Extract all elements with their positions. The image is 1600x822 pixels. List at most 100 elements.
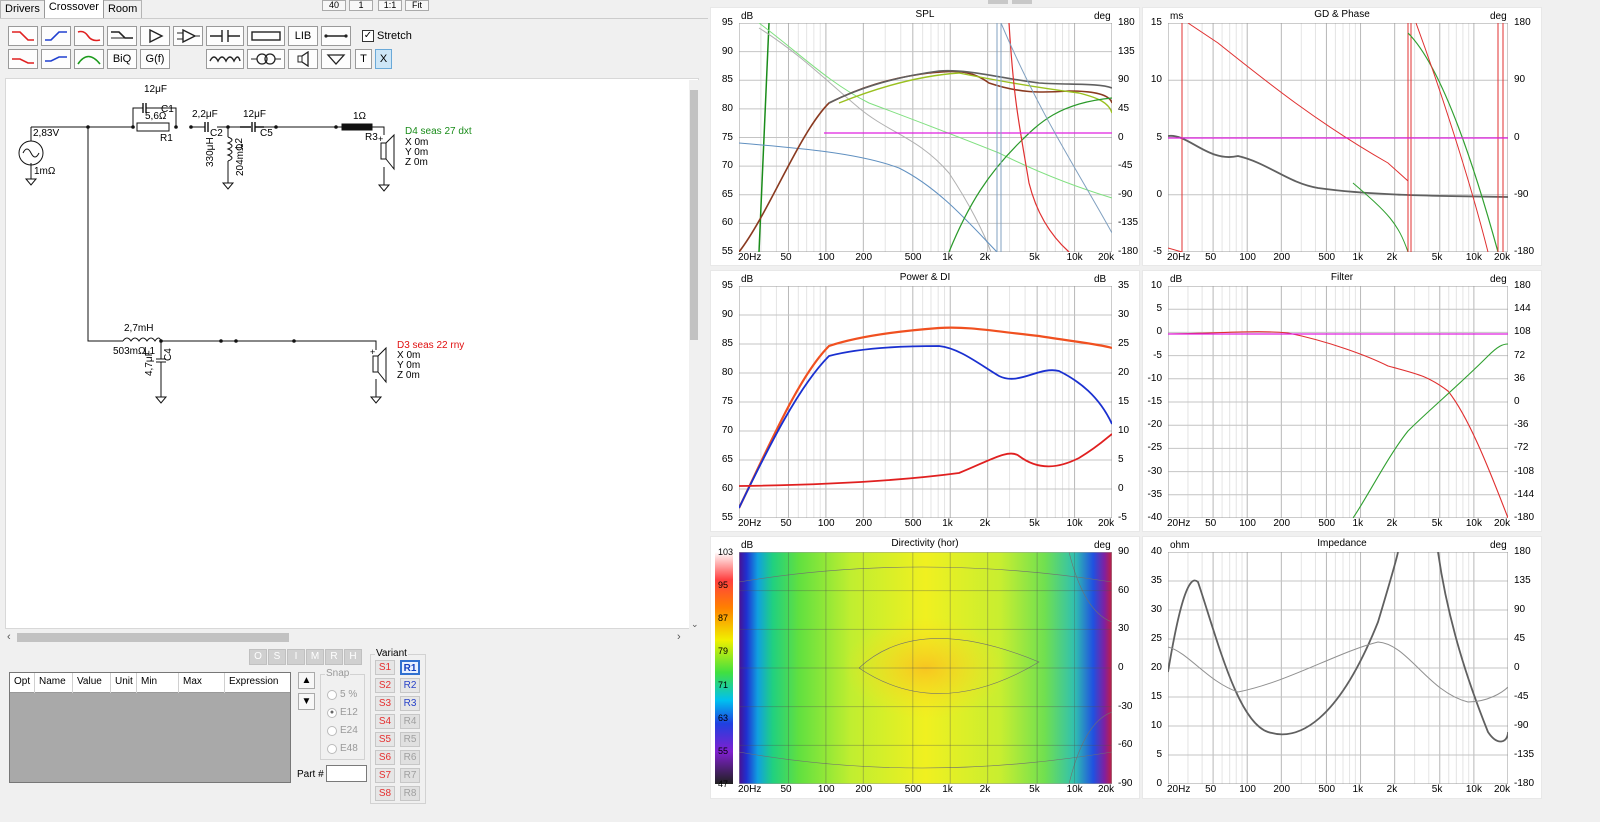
inductor-button[interactable] xyxy=(206,49,244,69)
schematic-canvas[interactable]: 2,83V 1mΩ 12μF C1 5,6Ω R1 2,2μF C2 330μH… xyxy=(5,78,699,629)
move-down-button[interactable]: ▼ xyxy=(298,693,315,710)
hscroll-thumb[interactable] xyxy=(17,633,289,642)
spl-graph[interactable]: SPL dB deg 20Hz 50 100 200 500 1k 2k 5k 10k 20k 95 90 8… xyxy=(710,7,1140,266)
text-tool-button[interactable]: T xyxy=(355,49,372,69)
wire-button[interactable] xyxy=(321,26,351,46)
optimizer-table[interactable]: Opt Name Value Unit Min Max Expression xyxy=(9,672,291,783)
zoom-1-button[interactable]: 1 xyxy=(349,0,373,11)
impedance-graph[interactable]: Impedance ohm deg 20Hz 50 100 200 500 1k 2k 5k 10k 2… xyxy=(1142,536,1542,799)
gd-plot[interactable] xyxy=(1168,23,1508,252)
scroll-left-arrow-icon[interactable]: ‹ xyxy=(7,631,11,643)
opt-r-button[interactable]: R xyxy=(325,649,343,665)
scroll-down-arrow-icon[interactable]: ⌄ xyxy=(691,619,699,630)
opt-s-button[interactable]: S xyxy=(268,649,286,665)
move-up-button[interactable]: ▲ xyxy=(298,672,315,689)
transformer-button[interactable] xyxy=(247,49,285,69)
variant-s8-button[interactable]: S8 xyxy=(375,786,395,801)
d3-z-label: Z 0m xyxy=(397,370,420,381)
resistor-button[interactable] xyxy=(247,26,285,46)
c5-value-label: 12μF xyxy=(243,109,266,120)
variant-r2-button[interactable]: R2 xyxy=(400,678,420,693)
variant-s2-button[interactable]: S2 xyxy=(375,678,395,693)
filter-plot[interactable] xyxy=(1168,286,1508,518)
opt-h-button[interactable]: H xyxy=(344,649,362,665)
opt-i-button[interactable]: I xyxy=(287,649,305,665)
directivity-xtick: 100 xyxy=(817,784,835,795)
variant-r8-button[interactable]: R8 xyxy=(400,786,420,801)
part-number-input[interactable] xyxy=(326,765,367,782)
source-resistance-label: 1mΩ xyxy=(34,166,56,177)
variant-r6-button[interactable]: R6 xyxy=(400,750,420,765)
snap-e24-radio[interactable]: E24 xyxy=(327,725,358,736)
buffer-button[interactable] xyxy=(140,26,170,46)
opt-m-button[interactable]: M xyxy=(306,649,324,665)
power-plot[interactable] xyxy=(739,286,1112,518)
vscroll-thumb[interactable] xyxy=(690,90,698,340)
lowpass-red-2-button[interactable] xyxy=(8,49,38,69)
power-di-graph[interactable]: Power & DI dB dB 20Hz 50 100 200 500 1k 2k 5k 10k 20… xyxy=(710,270,1140,532)
variant-r7-button[interactable]: R7 xyxy=(400,768,420,783)
tab-drivers[interactable]: Drivers xyxy=(0,0,45,18)
snap-e48-radio[interactable]: E48 xyxy=(327,743,358,754)
graph-layout-handle[interactable] xyxy=(988,0,1008,4)
impedance-xtick: 2k xyxy=(1386,784,1398,795)
directivity-title: Directivity (hor) xyxy=(891,538,959,549)
zoom-1to1-button[interactable]: 1:1 xyxy=(378,0,402,11)
variant-s7-button[interactable]: S7 xyxy=(375,768,395,783)
opt-o-button[interactable]: O xyxy=(249,649,267,665)
variant-s5-button[interactable]: S5 xyxy=(375,732,395,747)
opamp-button[interactable] xyxy=(173,26,203,46)
impedance-plot[interactable] xyxy=(1168,552,1508,784)
filter-xtick: 50 xyxy=(1205,518,1217,529)
variant-s6-button[interactable]: S6 xyxy=(375,750,395,765)
impedance-unit-left: ohm xyxy=(1170,540,1190,551)
delete-tool-button[interactable]: X xyxy=(375,49,392,69)
biquad-button[interactable]: BiQ xyxy=(107,49,137,69)
capacitor-button[interactable] xyxy=(206,26,244,46)
stretch-toggle[interactable]: ✓ Stretch xyxy=(362,30,412,42)
driver-button[interactable] xyxy=(288,49,318,69)
directivity-graph[interactable]: Directivity (hor) dB deg 20Hz 50 100 200 500 1k 2… xyxy=(710,536,1140,799)
zoom-fit-button[interactable]: Fit xyxy=(405,0,429,11)
gd-phase-graph[interactable]: GD & Phase ms deg 20Hz 50 100 200 500 1k 2k 5k 10k 2… xyxy=(1142,7,1542,266)
variant-r3-button[interactable]: R3 xyxy=(400,696,420,711)
schematic-horizontal-scrollbar[interactable] xyxy=(5,630,685,644)
variant-s3-button[interactable]: S3 xyxy=(375,696,395,711)
snap-e12-radio[interactable]: ● E12 xyxy=(327,707,358,718)
ground-button[interactable] xyxy=(321,49,351,69)
stretch-checkbox[interactable]: ✓ xyxy=(362,30,374,42)
bandstop-red-button[interactable] xyxy=(74,26,104,46)
directivity-xtick: 2k xyxy=(979,784,991,795)
filter-unit-left: dB xyxy=(1170,274,1183,285)
snap-5pct-radio[interactable]: 5 % xyxy=(327,689,357,700)
spl-tweeter-response-curve xyxy=(758,23,1112,199)
scroll-right-arrow-icon[interactable]: › xyxy=(677,631,681,643)
l2-value-label: 330μH xyxy=(205,137,216,167)
variant-s1-button[interactable]: S1 xyxy=(375,660,395,675)
variant-r5-button[interactable]: R5 xyxy=(400,732,420,747)
tab-crossover[interactable]: Crossover xyxy=(43,0,104,18)
highpass-blue-2-button[interactable] xyxy=(41,49,71,69)
library-button[interactable]: LIB xyxy=(288,26,318,46)
filter-graph[interactable]: Filter dB deg 20Hz 50 100 200 500 1k 2k 5k 10k 20k 10… xyxy=(1142,270,1542,532)
power-ytick-left: 95 xyxy=(721,280,733,291)
variant-r1-button[interactable]: R1 xyxy=(400,660,420,675)
c1-value-label: 12μF xyxy=(144,84,167,95)
bandpass-green-button[interactable] xyxy=(74,49,104,69)
tab-room[interactable]: Room xyxy=(102,0,143,18)
highpass-blue-button[interactable] xyxy=(41,26,71,46)
filter-ytick-left: 0 xyxy=(1156,326,1162,338)
schematic-vertical-scrollbar[interactable] xyxy=(689,80,699,629)
spl-plot[interactable] xyxy=(739,23,1112,252)
graph-layout-handle-2[interactable] xyxy=(1012,0,1032,4)
power-xtick: 20Hz xyxy=(738,518,762,529)
variant-s4-button[interactable]: S4 xyxy=(375,714,395,729)
directivity-plot[interactable] xyxy=(739,552,1112,784)
lowpass-red-button[interactable] xyxy=(8,26,38,46)
impedance-ytick-right: 135 xyxy=(1514,575,1531,586)
variant-r4-button[interactable]: R4 xyxy=(400,714,420,729)
transfer-function-button[interactable]: G(f) xyxy=(140,49,170,69)
zoom-40-button[interactable]: 40 xyxy=(322,0,346,11)
shelf-button[interactable] xyxy=(107,26,137,46)
gd-ytick-right: 180 xyxy=(1514,17,1531,28)
